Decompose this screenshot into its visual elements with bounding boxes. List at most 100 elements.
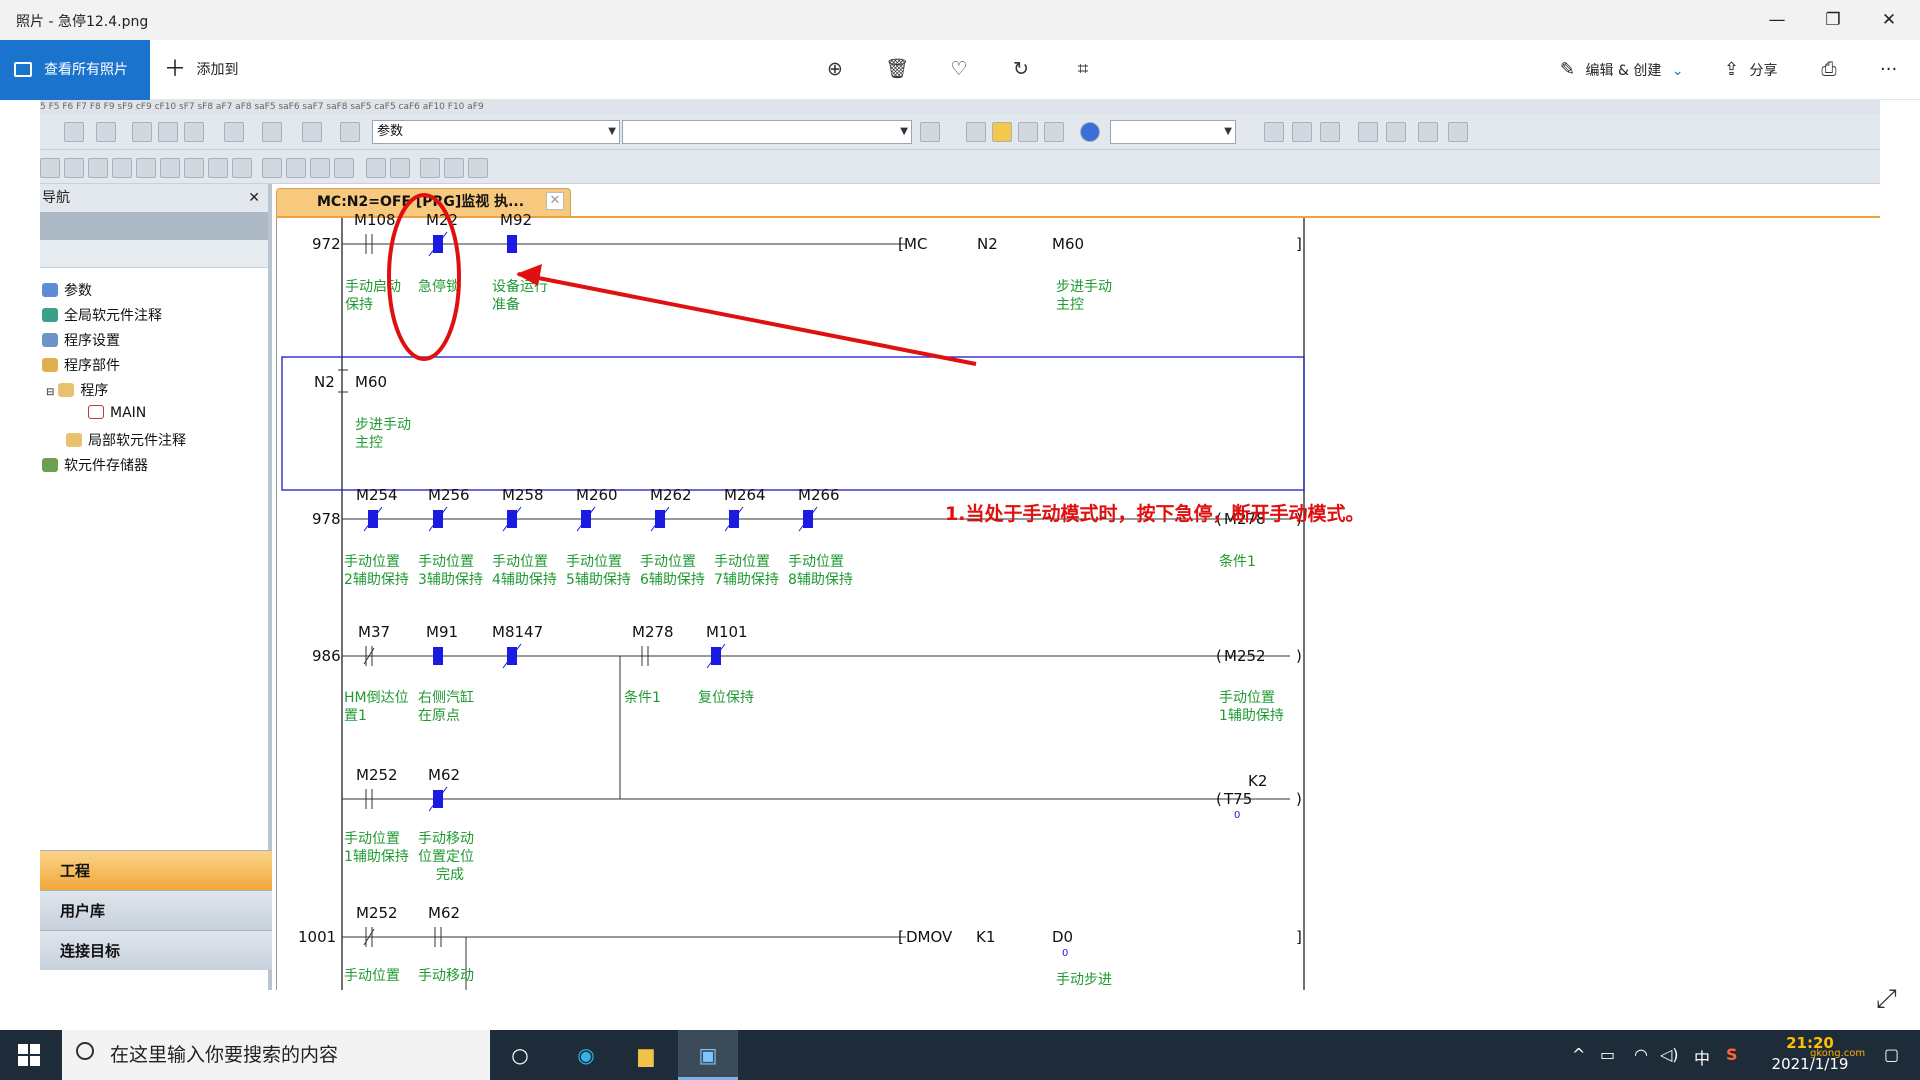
nav-project-button[interactable]: 工程: [40, 850, 272, 890]
edge-browser-icon[interactable]: ◉: [556, 1030, 616, 1080]
coil-comment: 1辅助保持: [1219, 708, 1284, 724]
taskbar-search-box[interactable]: 在这里输入你要搜索的内容: [62, 1030, 490, 1080]
contact-label: M8147: [492, 623, 543, 641]
coil-comment: 手动位置: [1219, 690, 1275, 706]
device-combo[interactable]: ▼: [622, 120, 912, 144]
contact-comment: 准备: [492, 296, 520, 313]
contact-comment: 4辅助保持: [492, 572, 557, 588]
toolbar-icon: [184, 122, 204, 142]
contact-comment: 手动位置: [492, 554, 548, 570]
volume-icon[interactable]: ◁): [1660, 1045, 1679, 1064]
svg-text:]: ]: [1296, 235, 1302, 253]
delete-icon[interactable]: 🗑: [884, 56, 910, 82]
toolbar-icon: [158, 122, 178, 142]
contact-label: M91: [426, 623, 458, 641]
contact-tool-icon: [64, 158, 84, 178]
toolbar-icon: [132, 122, 152, 142]
function-key-strip: 5 F5 F6 F7 F8 F9 sF9 cF9 cF10 sF7 sF8 aF…: [40, 100, 1880, 114]
folder-icon: [58, 383, 75, 397]
contact-label: M108: [354, 211, 396, 229]
close-button[interactable]: ✕: [1861, 0, 1917, 40]
tree-item-device-memory[interactable]: 软元件存储器: [42, 455, 148, 475]
toolbar-icon: [1264, 122, 1284, 142]
chevron-down-icon: ▼: [900, 126, 908, 137]
contact-comment: 手动位置: [640, 554, 696, 570]
parts-icon: [42, 358, 58, 372]
toolbar-icon: [340, 122, 360, 142]
watermark-logo: gkong.com: [1810, 1048, 1866, 1059]
toolbar-icon: [1320, 122, 1340, 142]
ime-indicator[interactable]: 中: [1694, 1045, 1710, 1069]
windows-start-icon[interactable]: [18, 1044, 40, 1066]
contact-tool-icon: [184, 158, 204, 178]
tree-item-program[interactable]: ⊟ 程序: [46, 380, 108, 400]
nav-connection-button[interactable]: 连接目标: [40, 930, 272, 970]
contact-comment: 7辅助保持: [714, 572, 779, 588]
param-combo[interactable]: 参数 ▼: [372, 120, 620, 144]
zoom-in-icon[interactable]: ⊕: [822, 56, 848, 82]
maximize-button[interactable]: ❐: [1805, 0, 1861, 40]
step-972: 972: [312, 235, 341, 253]
view-all-photos-button[interactable]: 查看所有照片: [0, 40, 150, 100]
close-icon[interactable]: ✕: [248, 184, 260, 212]
contact-tool-icon: [334, 158, 354, 178]
contact-tool-icon: [262, 158, 282, 178]
add-to-button[interactable]: ＋ 添加到: [164, 40, 238, 100]
memory-icon: [42, 458, 58, 472]
contact-comment: 手动移动: [418, 831, 474, 847]
share-icon: ⇪: [1724, 59, 1740, 80]
toolbar-icon: [920, 122, 940, 142]
svg-text:): ): [1296, 647, 1302, 665]
tree-item-local-comments[interactable]: 局部软元件注释: [66, 430, 186, 450]
chevron-up-icon[interactable]: ^: [1572, 1045, 1585, 1064]
wifi-icon[interactable]: ◠: [1634, 1045, 1648, 1064]
output-comment: 主控: [1056, 297, 1084, 313]
chevron-down-icon: ⌄: [1671, 63, 1684, 79]
tree-item-program-parts[interactable]: 程序部件: [42, 355, 120, 375]
toolbar-icon: [1418, 122, 1438, 142]
more-button[interactable]: ···: [1880, 40, 1897, 100]
tree-item-program-settings[interactable]: 程序设置: [42, 330, 120, 350]
nest-comment: 主控: [355, 435, 383, 451]
print-icon[interactable]: ⎙: [1816, 56, 1842, 82]
gx-toolbar-row: 参数 ▼ ▼ ▼: [40, 114, 1880, 150]
nav-toolbar: [40, 240, 268, 268]
contact-comment: 手动位置: [566, 554, 622, 570]
tree-item-global-comments[interactable]: 全局软元件注释: [42, 305, 162, 325]
print-icon: [1044, 122, 1064, 142]
tree-item-main[interactable]: MAIN: [88, 405, 146, 421]
file-explorer-icon[interactable]: ▆: [616, 1030, 676, 1080]
crop-icon[interactable]: ⌗: [1070, 56, 1096, 82]
contact-comment: 6辅助保持: [640, 572, 705, 588]
contact-comment: 条件1: [624, 689, 661, 706]
title-bar: 照片 - 急停12.4.png — ❐ ✕: [0, 0, 1920, 40]
share-button[interactable]: ⇪ 分享: [1724, 40, 1778, 100]
extra-combo[interactable]: ▼: [1110, 120, 1236, 144]
annotation-circle: [387, 193, 461, 361]
toolbar-icon: [262, 122, 282, 142]
mc-nest: N2: [977, 235, 998, 253]
fullscreen-expand-icon[interactable]: ⤢: [1876, 984, 1897, 1015]
notification-icon[interactable]: ▢: [1884, 1045, 1899, 1064]
contact-comment: 手动位置: [344, 968, 400, 984]
contact-label: M62: [428, 766, 460, 784]
favorite-heart-icon[interactable]: ♡: [946, 56, 972, 82]
collapse-icon: ⊟: [46, 387, 55, 398]
minimize-button[interactable]: —: [1749, 0, 1805, 40]
settings-icon: [42, 333, 58, 347]
photo-icon: [14, 62, 32, 77]
sogou-ime-icon[interactable]: S: [1726, 1045, 1738, 1064]
edit-create-button[interactable]: ✎ 编辑 & 创建 ⌄: [1560, 40, 1684, 100]
contact-label: M278: [632, 623, 674, 641]
tree-item-params[interactable]: 参数: [42, 280, 92, 300]
nav-user-library-button[interactable]: 用户库: [40, 890, 272, 930]
step-986: 986: [312, 647, 341, 665]
contact-m92: [507, 235, 517, 253]
photos-app-icon[interactable]: ▣: [678, 1030, 738, 1080]
contact-label: M264: [724, 486, 766, 504]
contact-comment: 手动启动: [345, 279, 401, 295]
instruction-dmov: DMOV: [906, 928, 953, 946]
task-view-icon[interactable]: ○: [490, 1030, 550, 1080]
battery-icon[interactable]: ▭: [1600, 1045, 1615, 1064]
rotate-icon[interactable]: ↻: [1008, 56, 1034, 82]
